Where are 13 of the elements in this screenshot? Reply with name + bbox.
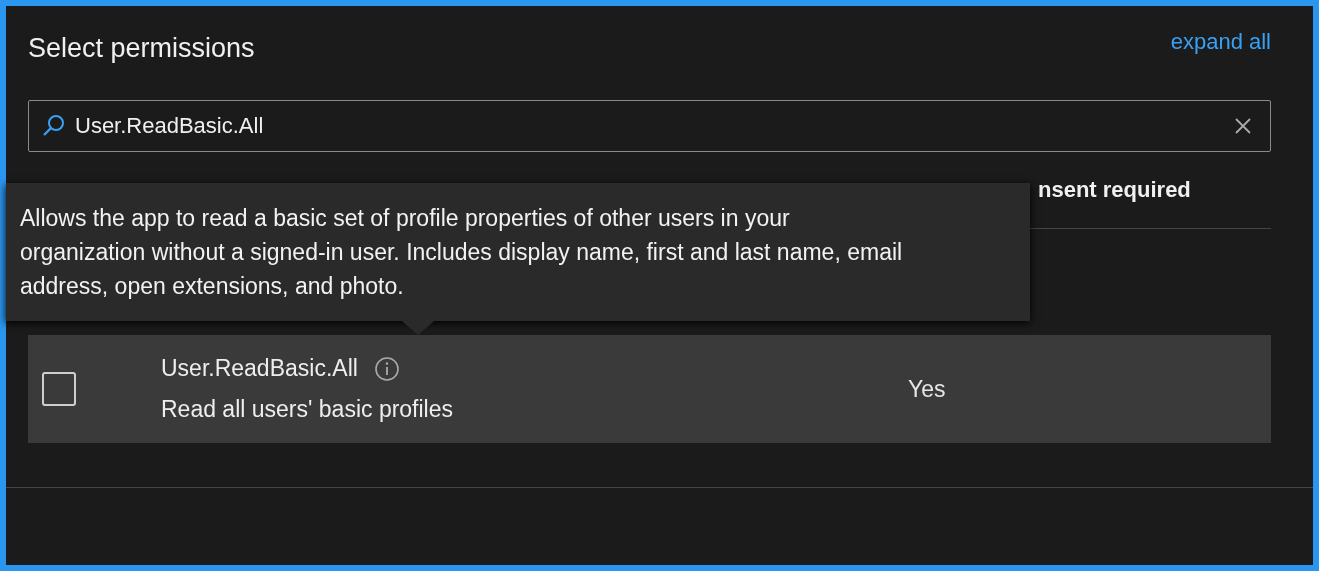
permission-row[interactable]: User.ReadBasic.All Read all users' basic profiles Yes: [28, 335, 1271, 443]
admin-consent-value: Yes: [908, 375, 946, 403]
search-text: User.ReadBasic.All: [75, 113, 265, 139]
info-icon[interactable]: [373, 355, 400, 382]
expand-all-link[interactable]: expand all: [1170, 29, 1271, 55]
close-icon[interactable]: [1234, 117, 1252, 135]
search-field[interactable]: User.ReadBasic.All: [28, 100, 1271, 152]
tooltip-pointer: [402, 321, 434, 335]
column-header: nsent required: [1038, 177, 1191, 203]
checkbox[interactable]: [42, 372, 76, 406]
permission-description: Read all users' basic profiles: [161, 396, 455, 423]
permission-name: User.ReadBasic.All: [161, 355, 358, 382]
panel-title: Select permissions: [28, 32, 255, 64]
